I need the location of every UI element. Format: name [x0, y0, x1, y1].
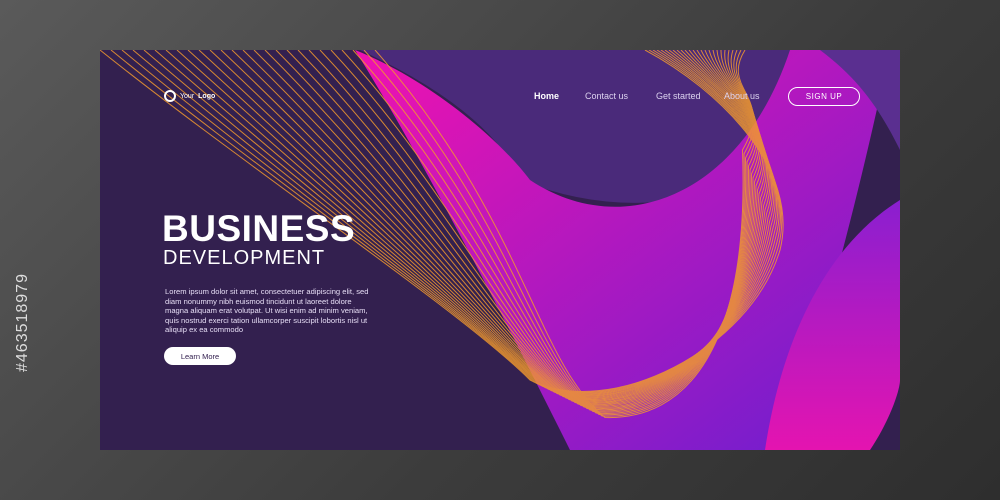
logo-prefix: Your: [180, 92, 195, 100]
hero-title: BUSINESS: [162, 208, 356, 249]
hero-body: Lorem ipsum dolor sit amet, consectetuer…: [165, 287, 369, 334]
learn-more-button[interactable]: Learn More: [164, 347, 236, 365]
nav-contact-us[interactable]: Contact us: [585, 91, 628, 101]
nav-get-started[interactable]: Get started: [656, 91, 701, 101]
stock-id: #463518979: [14, 273, 31, 372]
nav-home[interactable]: Home: [534, 91, 559, 101]
nav-about-us[interactable]: About us: [724, 91, 760, 101]
hero-subtitle: DEVELOPMENT: [163, 247, 326, 269]
sign-up-button[interactable]: SIGN UP: [788, 87, 860, 106]
logo-bold: Logo: [198, 92, 216, 100]
logo-ring-icon: [164, 90, 176, 102]
landing-page: Your Logo Home Contact us Get started Abo…: [100, 50, 900, 450]
logo[interactable]: Your Logo: [164, 90, 215, 102]
